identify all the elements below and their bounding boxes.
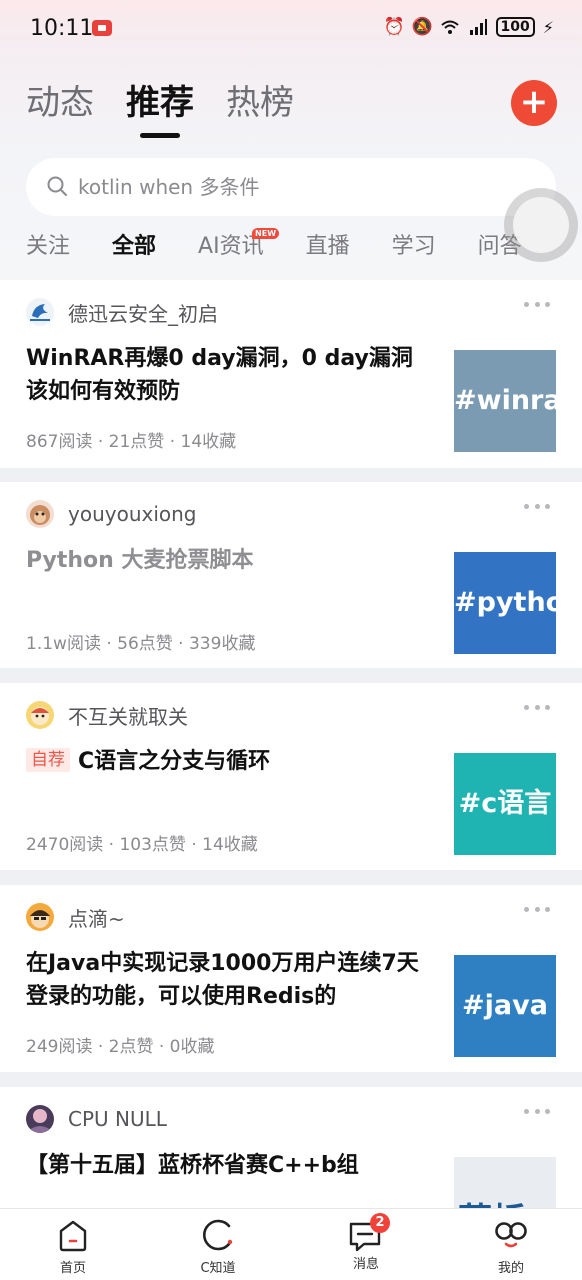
more-icon[interactable] [524,504,550,512]
author-name: 点滴~ [68,906,125,931]
article-title[interactable]: 在Java中实现记录1000万用户连续7天登录的功能，可以使用Redis的 [26,947,426,1013]
feed-card[interactable]: youyouxiong Python 大麦抢票脚本 1.1w阅读 · 56点赞 … [0,482,582,668]
floating-assist-ball[interactable] [504,188,578,262]
bottom-navigation: 首页 C知道 2 消息 我的 [0,1208,582,1280]
article-title[interactable]: Python 大麦抢票脚本 [26,544,426,577]
category-ai-news[interactable]: AI资讯 NEW [198,228,280,262]
author-row[interactable]: 德迅云安全_初启 [26,297,218,327]
category-follow[interactable]: 关注 [26,232,70,262]
more-icon[interactable] [524,1109,550,1117]
status-icons: ⏰ 🔕 100 ⚡ [384,17,554,37]
more-icon[interactable] [524,302,550,310]
avatar [26,1105,54,1133]
wifi-icon [440,20,459,34]
tab-recommend[interactable]: 推荐 [126,80,194,138]
feed-card[interactable]: 点滴~ 在Java中实现记录1000万用户连续7天登录的功能，可以使用Redis… [0,885,582,1072]
author-row[interactable]: 不互关就取关 [26,700,188,730]
avatar [26,500,54,528]
nav-label: 首页 [59,1261,86,1276]
author-row[interactable]: 点滴~ [26,902,125,932]
author-name: youyouxiong [68,502,197,526]
article-stats: 249阅读 · 2点赞 · 0收藏 [26,1037,215,1057]
article-thumbnail[interactable]: #c语言 [454,753,556,855]
profile-icon [495,1222,527,1248]
search-input[interactable]: kotlin when 多条件 [26,158,556,216]
search-icon [47,176,67,196]
avatar [26,903,54,931]
feed-card[interactable]: 德迅云安全_初启 WinRAR再爆0 day漏洞，0 day漏洞该如何有效预防 … [0,280,582,468]
article-title[interactable]: 自荐 C语言之分支与循环 [26,745,426,778]
author-row[interactable]: youyouxiong [26,499,197,529]
nav-label: 我的 [497,1261,524,1276]
nav-c-know[interactable]: C知道 [178,1217,258,1277]
more-icon[interactable] [524,705,550,713]
alarm-icon: ⏰ [383,17,405,37]
article-thumbnail[interactable]: #winrar [454,350,556,452]
author-name: CPU NULL [68,1107,167,1131]
category-study[interactable]: 学习 [392,232,436,262]
battery-indicator: 100 [495,17,535,37]
article-thumbnail[interactable]: #java [454,955,556,1057]
active-tab-indicator [140,133,180,138]
add-post-button[interactable]: + [511,80,557,126]
screen-record-icon [92,20,112,36]
self-recommend-tag: 自荐 [26,748,70,772]
article-title[interactable]: WinRAR再爆0 day漏洞，0 day漏洞该如何有效预防 [26,342,426,408]
category-all[interactable]: 全部 [112,232,156,262]
plus-icon: + [519,82,549,122]
more-icon[interactable] [524,907,550,915]
category-live[interactable]: 直播 [306,232,350,262]
search-placeholder: kotlin when 多条件 [78,175,260,199]
main-tabs: 动态 推荐 热榜 [26,80,294,138]
nav-label: C知道 [200,1261,236,1276]
article-stats: 867阅读 · 21点赞 · 14收藏 [26,432,237,452]
tab-hot-list[interactable]: 热榜 [226,80,294,126]
home-icon [59,1220,87,1252]
tab-dynamic[interactable]: 动态 [26,80,94,126]
article-title[interactable]: 【第十五届】蓝桥杯省赛C++b组 [26,1149,446,1182]
nav-messages[interactable]: 2 消息 [326,1213,406,1273]
signal-icon [469,19,487,35]
article-thumbnail[interactable]: 蓝桥 [454,1157,556,1208]
status-bar: 10:11 ⏰ 🔕 100 ⚡ [0,0,582,58]
c-know-icon [202,1219,233,1251]
nav-home[interactable]: 首页 [33,1217,113,1277]
message-count-badge: 2 [370,1213,390,1233]
nav-label: 消息 [352,1257,379,1272]
author-row[interactable]: CPU NULL [26,1104,167,1134]
author-name: 德迅云安全_初启 [68,301,218,326]
article-thumbnail[interactable]: #python [454,552,556,654]
nav-profile[interactable]: 我的 [471,1217,551,1277]
charging-icon: ⚡ [542,17,554,37]
feed-card[interactable]: 不互关就取关 自荐 C语言之分支与循环 2470阅读 · 103点赞 · 14收藏… [0,683,582,870]
message-icon-wrap: 2 [346,1213,390,1253]
avatar [26,298,54,326]
feed-card[interactable]: CPU NULL 【第十五届】蓝桥杯省赛C++b组 蓝桥 [0,1087,582,1208]
author-name: 不互关就取关 [68,704,188,729]
mute-icon: 🔕 [411,17,433,37]
category-tabs: 关注 全部 AI资讯 NEW 直播 学习 问答 [26,228,522,262]
new-badge: NEW [252,228,280,239]
avatar [26,701,54,729]
status-time: 10:11 [30,16,94,41]
article-stats: 1.1w阅读 · 56点赞 · 339收藏 [26,634,256,654]
article-stats: 2470阅读 · 103点赞 · 14收藏 [26,835,258,855]
